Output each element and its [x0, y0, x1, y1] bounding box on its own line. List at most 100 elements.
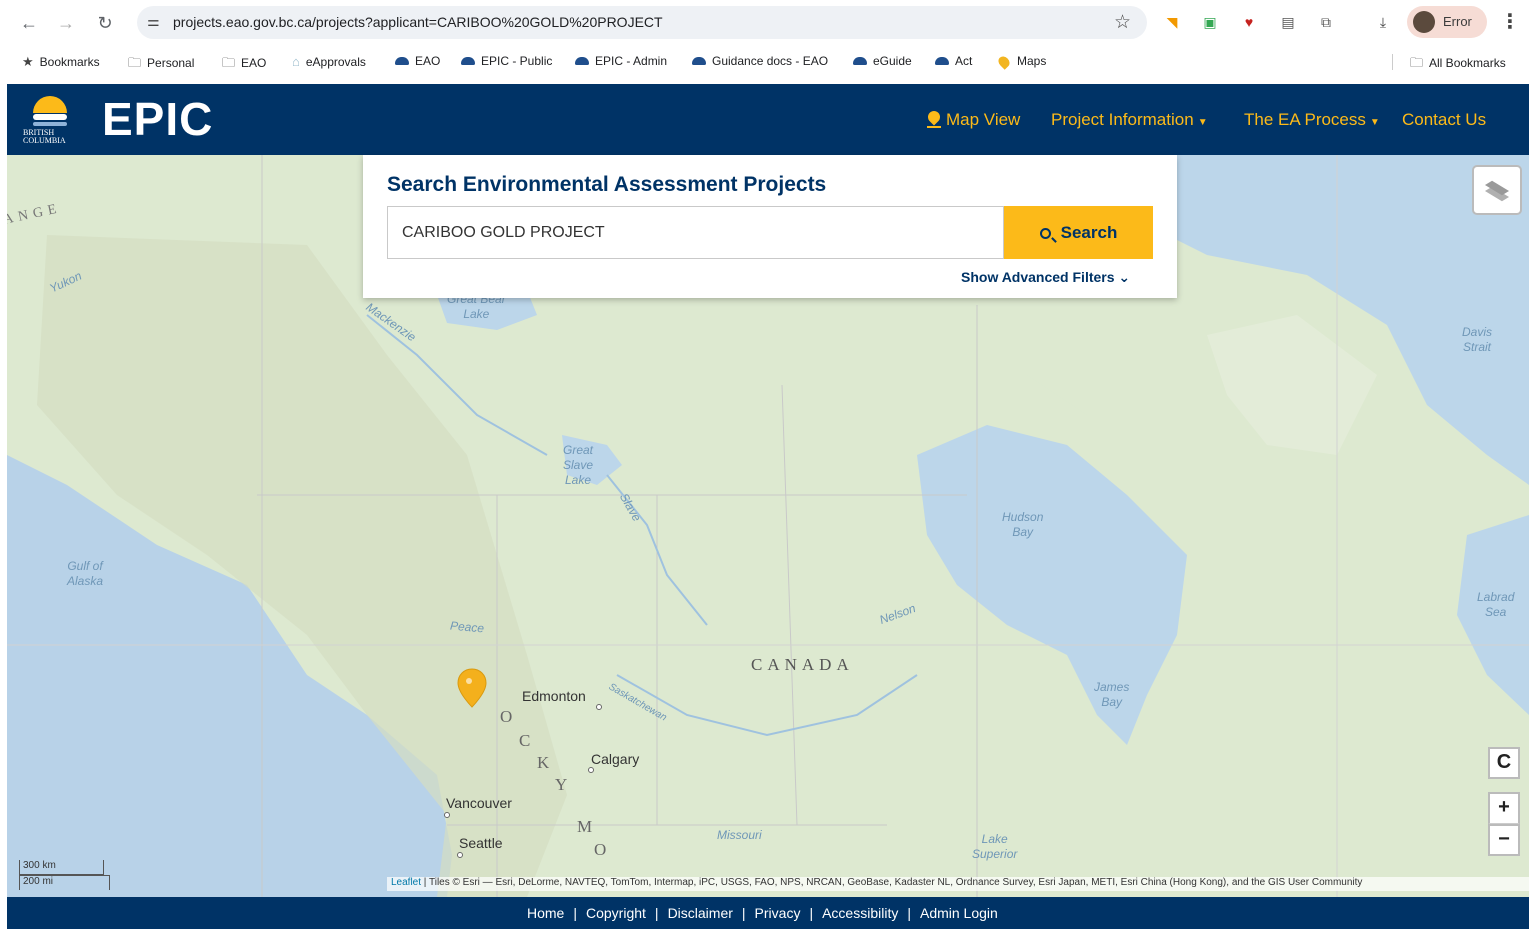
site-info-icon[interactable]: ⚌: [147, 13, 160, 30]
bookmark-label: eApprovals: [305, 55, 366, 69]
all-bookmarks-button[interactable]: 🗀 All Bookmarks: [1410, 54, 1506, 76]
city-label: Seattle: [459, 835, 503, 851]
bookmark-label: EPIC - Public: [481, 54, 553, 68]
address-bar[interactable]: ⚌ projects.eao.gov.bc.ca/projects?applic…: [137, 6, 1147, 39]
nav-project-information[interactable]: Project Information ▼: [1051, 110, 1208, 130]
search-input[interactable]: [387, 206, 1004, 259]
extension-icon[interactable]: ▣: [1199, 11, 1221, 33]
search-button-label: Search: [1060, 222, 1118, 242]
site-title[interactable]: EPIC: [102, 92, 213, 146]
bookmark-item[interactable]: 🗀 Personal: [128, 54, 194, 76]
sun-icon: [33, 96, 67, 113]
pdf-extension-icon[interactable]: ♥: [1238, 11, 1260, 33]
bookmark-item[interactable]: EPIC - Public: [461, 54, 552, 68]
city-label: Calgary: [591, 751, 640, 767]
footer-privacy-link[interactable]: Privacy: [755, 905, 801, 921]
bookmark-item[interactable]: Maps: [996, 54, 1047, 70]
leaflet-link[interactable]: Leaflet: [391, 877, 421, 888]
bookmark-label: Personal: [147, 56, 195, 70]
advanced-filters-label: Show Advanced Filters: [961, 269, 1115, 285]
attribution-text: | Tiles © Esri — Esri, DeLorme, NAVTEQ, …: [421, 877, 1363, 888]
bookmark-star-icon[interactable]: ☆: [1114, 11, 1131, 34]
map-label: Labrad Sea: [1477, 590, 1515, 619]
zoom-out-button[interactable]: −: [1488, 824, 1520, 856]
site-footer: Home | Copyright | Disclaimer | Privacy | Access…: [7, 897, 1529, 929]
bookmark-item[interactable]: eGuide: [853, 54, 912, 68]
map-label: Gulf of Alaska: [67, 559, 104, 588]
bc-cloud-icon: [395, 56, 409, 65]
logo-text: BRITISH COLUMBIA: [23, 129, 66, 145]
bc-cloud-icon: [692, 56, 706, 65]
logo-wave: [33, 122, 67, 126]
menu-kebab-icon[interactable]: ⋮: [1500, 9, 1520, 34]
bookmark-item[interactable]: Guidance docs - EAO: [692, 54, 828, 68]
layers-control[interactable]: [1472, 165, 1522, 215]
project-marker-icon[interactable]: [457, 668, 487, 708]
advanced-filters-toggle[interactable]: Show Advanced Filters ⌄: [961, 269, 1130, 286]
footer-home-link[interactable]: Home: [527, 905, 564, 921]
url-text[interactable]: projects.eao.gov.bc.ca/projects?applican…: [173, 14, 663, 30]
download-icon[interactable]: ⤓: [1372, 11, 1394, 33]
bc-cloud-icon: [461, 56, 475, 65]
bookmark-label: EPIC - Admin: [595, 54, 668, 68]
bookmark-item[interactable]: EPIC - Admin: [575, 54, 667, 68]
city-label: Edmonton: [522, 688, 586, 704]
bookmark-item[interactable]: Act: [935, 54, 972, 68]
divider: [1392, 54, 1393, 70]
zoom-in-button[interactable]: +: [1488, 792, 1520, 824]
footer-disclaimer-link[interactable]: Disclaimer: [668, 905, 733, 921]
back-arrow-icon[interactable]: ←: [16, 10, 42, 36]
scale-mi: 200 mi: [19, 875, 110, 890]
nav-label: Contact Us: [1402, 110, 1487, 129]
rss-extension-icon[interactable]: ◥: [1161, 11, 1183, 33]
bc-cloud-icon: [575, 56, 589, 65]
map-label: M: [577, 817, 593, 836]
footer-copyright-link[interactable]: Copyright: [586, 905, 646, 921]
map-label: Davis Strait: [1462, 325, 1493, 354]
map-label: O: [500, 707, 513, 726]
extension-icon[interactable]: ▤: [1277, 11, 1299, 33]
nav-contact-us[interactable]: Contact Us: [1402, 110, 1486, 130]
nav-ea-process[interactable]: The EA Process ▼: [1244, 110, 1380, 130]
scale-km: 300 km: [19, 860, 104, 875]
refresh-map-button[interactable]: C: [1488, 747, 1520, 779]
logo-text-line: COLUMBIA: [23, 136, 66, 145]
bookmark-label: Bookmarks: [39, 55, 100, 69]
map-label: Y: [555, 775, 568, 794]
search-heading: Search Environmental Assessment Projects: [387, 173, 827, 196]
city-dot: [596, 704, 602, 710]
forward-arrow-icon[interactable]: →: [53, 10, 79, 36]
caret-down-icon: ▼: [1369, 117, 1380, 128]
bookmark-label: Maps: [1017, 54, 1047, 68]
bookmark-item[interactable]: ★ Bookmarks: [22, 54, 100, 70]
country-label: CANADA: [751, 655, 854, 674]
avatar: [1413, 11, 1435, 33]
nav-label: Project Information: [1051, 110, 1194, 129]
puzzle-extensions-icon[interactable]: ⧉: [1315, 11, 1337, 33]
bc-logo[interactable]: BRITISH COLUMBIA: [23, 96, 83, 145]
bc-cloud-icon: [935, 56, 949, 65]
footer-accessibility-link[interactable]: Accessibility: [822, 905, 898, 921]
nav-map-view[interactable]: Map View: [927, 110, 1020, 130]
map-label: Lake Superior: [972, 832, 1018, 861]
site-icon: ⌂: [292, 54, 300, 69]
bc-cloud-icon: [853, 56, 867, 65]
map-label: James Bay: [1094, 680, 1130, 709]
folder-icon: 🗀: [128, 55, 142, 70]
profile-button[interactable]: Error: [1407, 6, 1487, 38]
profile-status: Error: [1443, 14, 1472, 29]
bookmark-item[interactable]: ⌂ eApprovals: [292, 54, 366, 69]
bookmark-label: Guidance docs - EAO: [712, 54, 829, 68]
map-label: Great Slave Lake: [563, 443, 594, 487]
bookmark-item[interactable]: 🗀 EAO: [222, 54, 266, 76]
bookmark-item[interactable]: EAO: [395, 54, 440, 68]
reload-icon[interactable]: ↻: [92, 10, 118, 36]
maps-pin-icon: [996, 54, 1012, 70]
map-label: O: [594, 840, 607, 859]
footer-admin-login-link[interactable]: Admin Login: [920, 905, 998, 921]
map-label: Missouri: [717, 828, 762, 842]
folder-icon: 🗀: [1410, 55, 1424, 70]
search-button[interactable]: Search: [1004, 206, 1153, 259]
city-dot: [588, 767, 594, 773]
search-panel: Search Environmental Assessment Projects…: [363, 155, 1177, 298]
